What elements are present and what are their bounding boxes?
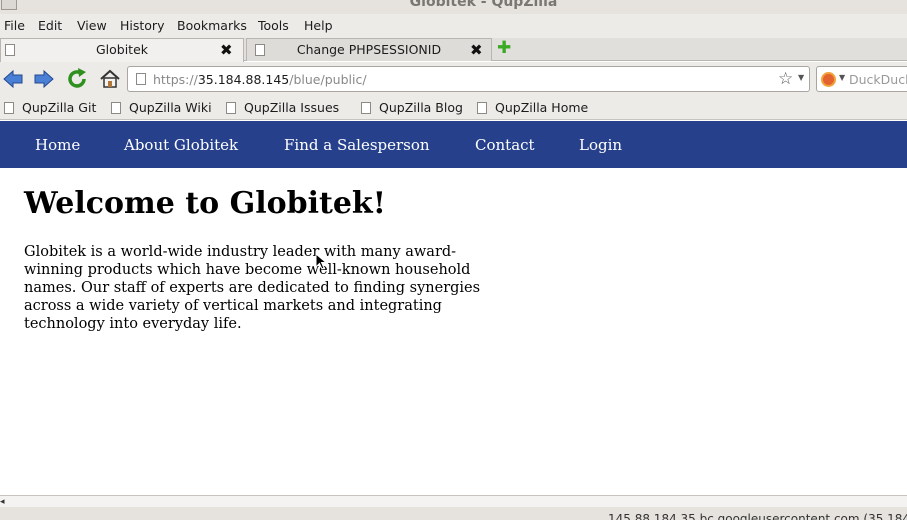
page-icon xyxy=(361,102,371,114)
close-tab-icon[interactable]: ✖ xyxy=(470,41,483,59)
tab-label: Globitek xyxy=(95,42,149,57)
tab-bar: Globitek ✖ Change PHPSESSIONID ✖ ✚ xyxy=(0,38,907,62)
bookmark-qupzilla-issues[interactable]: QupZilla Issues xyxy=(224,100,339,115)
nav-home-link[interactable]: Home xyxy=(35,136,80,154)
bookmark-qupzilla-home[interactable]: QupZilla Home xyxy=(475,100,588,115)
nav-about-link[interactable]: About Globitek xyxy=(124,136,238,154)
nav-find-salesperson-link[interactable]: Find a Salesperson xyxy=(284,136,430,154)
bookmark-qupzilla-git[interactable]: QupZilla Git xyxy=(2,100,96,115)
page-content: Welcome to Globitek! Globitek is a world… xyxy=(0,168,907,495)
menu-tools[interactable]: Tools xyxy=(258,18,289,33)
page-icon xyxy=(111,102,121,114)
chevron-down-icon[interactable]: ▼ xyxy=(798,73,804,82)
menu-bookmarks[interactable]: Bookmarks xyxy=(177,18,247,33)
address-url[interactable]: https://35.184.88.145/blue/public/ xyxy=(153,72,367,87)
horizontal-scrollbar[interactable]: ◂ xyxy=(0,495,907,507)
status-bar: 145.88.184.35.bc.googleusercontent.com (… xyxy=(0,507,907,520)
site-navigation: Home About Globitek Find a Salesperson C… xyxy=(0,121,907,168)
status-text: 145.88.184.35.bc.googleusercontent.com (… xyxy=(608,512,907,520)
tab-globitek[interactable]: Globitek ✖ xyxy=(0,38,244,62)
page-icon xyxy=(4,102,14,114)
menu-bar: File Edit View History Bookmarks Tools H… xyxy=(0,14,907,38)
mouse-pointer-icon xyxy=(315,253,327,270)
menu-history[interactable]: History xyxy=(120,18,164,33)
menu-help[interactable]: Help xyxy=(304,18,333,33)
page-icon xyxy=(136,73,146,85)
window-titlebar: Globitek - QupZilla xyxy=(0,0,907,14)
page-heading: Welcome to Globitek! xyxy=(24,186,386,221)
page-icon xyxy=(226,102,236,114)
home-icon[interactable] xyxy=(98,67,122,91)
navigation-toolbar: https://35.184.88.145/blue/public/ ☆ ▼ ▼… xyxy=(0,62,907,96)
search-placeholder: DuckDuckGo xyxy=(849,72,907,87)
bookmark-star-icon[interactable]: ☆ xyxy=(778,69,793,89)
nav-login-link[interactable]: Login xyxy=(579,136,622,154)
new-tab-plus-icon[interactable]: ✚ xyxy=(497,38,511,58)
chevron-down-icon[interactable]: ▼ xyxy=(839,73,845,82)
page-icon xyxy=(477,102,487,114)
scroll-left-icon[interactable]: ◂ xyxy=(0,497,5,507)
bookmark-qupzilla-blog[interactable]: QupZilla Blog xyxy=(359,100,463,115)
bookmarks-toolbar: QupZilla Git QupZilla Wiki QupZilla Issu… xyxy=(0,96,907,120)
window-title: Globitek - QupZilla xyxy=(409,0,558,10)
address-bar[interactable]: https://35.184.88.145/blue/public/ ☆ ▼ xyxy=(127,66,810,92)
menu-file[interactable]: File xyxy=(4,18,25,33)
tab-label: Change PHPSESSIONID xyxy=(296,42,442,57)
close-tab-icon[interactable]: ✖ xyxy=(220,41,233,59)
menu-view[interactable]: View xyxy=(77,18,107,33)
tab-change-phpsessionid[interactable]: Change PHPSESSIONID ✖ xyxy=(246,38,492,61)
bookmark-qupzilla-wiki[interactable]: QupZilla Wiki xyxy=(109,100,212,115)
back-arrow-icon[interactable] xyxy=(1,67,25,91)
nav-contact-link[interactable]: Contact xyxy=(475,136,535,154)
search-bar[interactable]: ▼ DuckDuckGo xyxy=(816,66,907,92)
reload-icon[interactable] xyxy=(65,67,89,91)
intro-paragraph: Globitek is a world-wide industry leader… xyxy=(24,244,481,332)
forward-arrow-icon[interactable] xyxy=(32,67,56,91)
menu-edit[interactable]: Edit xyxy=(38,18,62,33)
search-engine-icon[interactable] xyxy=(821,72,836,87)
